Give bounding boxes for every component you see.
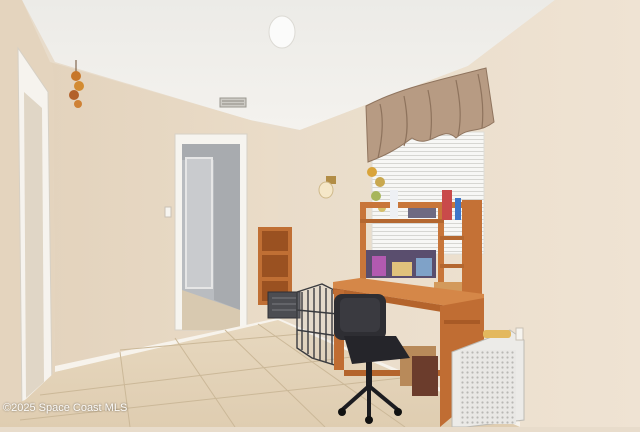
- room-illustration: [0, 0, 640, 428]
- room-photo: [0, 0, 640, 428]
- wall-outlet: [515, 327, 524, 341]
- storage-basket: [267, 291, 301, 319]
- light-switch: [164, 206, 172, 218]
- air-vent: [219, 97, 247, 108]
- ceiling-light: [268, 15, 296, 49]
- watermark-text: ©2025 Space Coast MLS: [3, 402, 128, 414]
